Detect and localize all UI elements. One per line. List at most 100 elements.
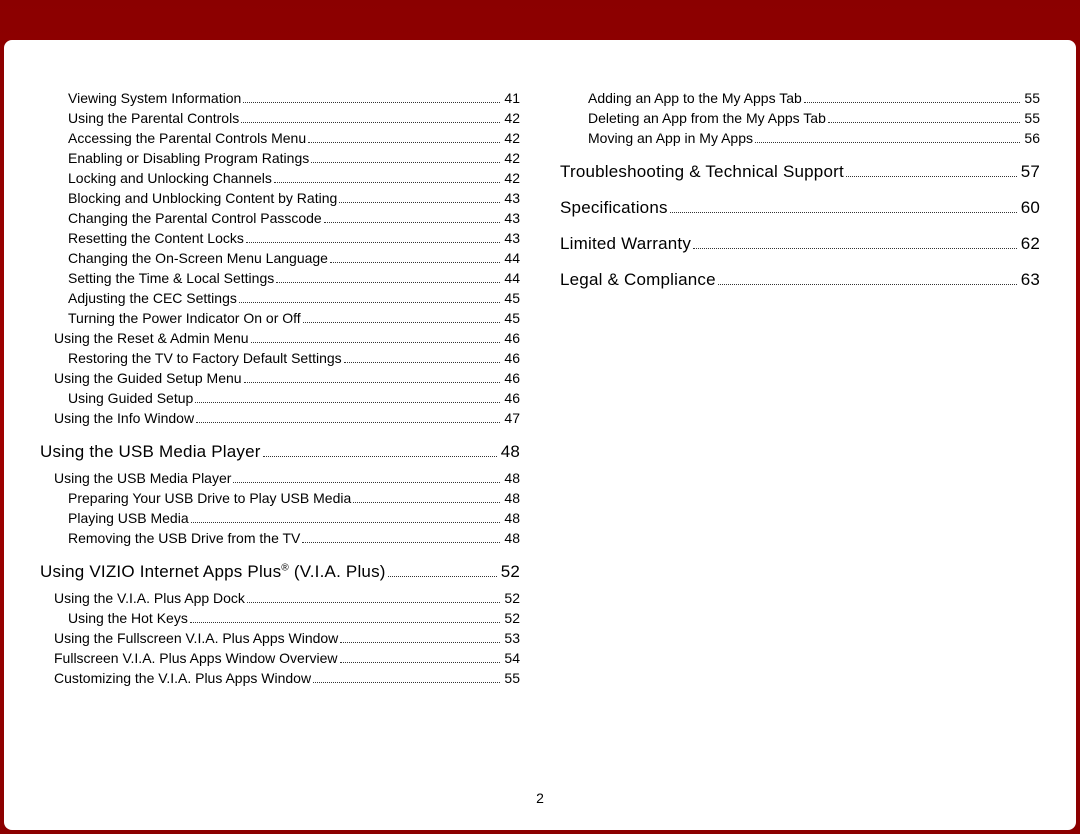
toc-entry: Using the V.I.A. Plus App Dock 52 <box>40 590 520 606</box>
toc-page-number: 63 <box>1021 270 1040 290</box>
toc-title: Using the USB Media Player <box>54 470 231 486</box>
toc-title: Limited Warranty <box>560 234 691 254</box>
toc-leader-dots <box>274 182 501 183</box>
toc-entry: Changing the Parental Control Passcode43 <box>40 210 520 226</box>
toc-leader-dots <box>196 422 500 423</box>
toc-title: Turning the Power Indicator On or Off <box>68 310 301 326</box>
toc-title: Viewing System Information <box>68 90 241 106</box>
toc-page-number: 56 <box>1024 130 1040 146</box>
toc-leader-dots <box>755 142 1020 143</box>
toc-leader-dots <box>339 202 500 203</box>
toc-title: Playing USB Media <box>68 510 189 526</box>
toc-page-number: 48 <box>504 530 520 546</box>
toc-leader-dots <box>190 622 501 623</box>
toc-page-number: 52 <box>504 590 520 606</box>
toc-title: Using VIZIO Internet Apps Plus® (V.I.A. … <box>40 562 386 582</box>
toc-title: Using the Hot Keys <box>68 610 188 626</box>
toc-entry: Enabling or Disabling Program Ratings42 <box>40 150 520 166</box>
toc-entry: Moving an App in My Apps56 <box>560 130 1040 146</box>
toc-leader-dots <box>241 122 500 123</box>
toc-page-number: 52 <box>504 610 520 626</box>
toc-entry: Viewing System Information 41 <box>40 90 520 106</box>
toc-title: Using the Guided Setup Menu <box>54 370 242 386</box>
toc-section: Troubleshooting & Technical Support 57 <box>560 162 1040 182</box>
toc-page-number: 60 <box>1021 198 1040 218</box>
toc-entry: Preparing Your USB Drive to Play USB Med… <box>40 490 520 506</box>
toc-entry: Using the Reset & Admin Menu46 <box>40 330 520 346</box>
toc-leader-dots <box>244 382 501 383</box>
toc-page-number: 42 <box>504 110 520 126</box>
toc-page-number: 42 <box>504 130 520 146</box>
toc-entry: Deleting an App from the My Apps Tab 55 <box>560 110 1040 126</box>
toc-page-number: 45 <box>504 290 520 306</box>
toc-page-number: 53 <box>504 630 520 646</box>
toc-column-left: Viewing System Information 41 Using the Pa… <box>40 90 520 780</box>
toc-leader-dots <box>303 322 501 323</box>
toc-entry: Fullscreen V.I.A. Plus Apps Window Overv… <box>40 650 520 666</box>
toc-title: Using the V.I.A. Plus App Dock <box>54 590 245 606</box>
toc-title: Blocking and Unblocking Content by Ratin… <box>68 190 337 206</box>
toc-leader-dots <box>828 122 1021 123</box>
document-page: Viewing System Information 41 Using the Pa… <box>4 40 1076 830</box>
toc-title: Setting the Time & Local Settings <box>68 270 274 286</box>
toc-leader-dots <box>239 302 501 303</box>
toc-entry: Removing the USB Drive from the TV 48 <box>40 530 520 546</box>
toc-entry: Using the Parental Controls42 <box>40 110 520 126</box>
toc-entry: Setting the Time & Local Settings 44 <box>40 270 520 286</box>
toc-page-number: 55 <box>1024 110 1040 126</box>
toc-section: Limited Warranty62 <box>560 234 1040 254</box>
toc-page-number: 57 <box>1021 162 1040 182</box>
toc-leader-dots <box>251 342 501 343</box>
toc-leader-dots <box>340 642 500 643</box>
toc-entry: Restoring the TV to Factory Default Sett… <box>40 350 520 366</box>
toc-leader-dots <box>718 284 1017 285</box>
toc-title: Locking and Unlocking Channels <box>68 170 272 186</box>
toc-leader-dots <box>693 248 1017 249</box>
toc-title: Adjusting the CEC Settings <box>68 290 237 306</box>
toc-title: Preparing Your USB Drive to Play USB Med… <box>68 490 351 506</box>
toc-page-number: 45 <box>504 310 520 326</box>
toc-column-right: Adding an App to the My Apps Tab55Deleti… <box>560 90 1040 780</box>
toc-page-number: 42 <box>504 150 520 166</box>
toc-title: Troubleshooting & Technical Support <box>560 162 844 182</box>
toc-page-number: 48 <box>504 510 520 526</box>
toc-entry: Accessing the Parental Controls Menu42 <box>40 130 520 146</box>
page-number: 2 <box>40 780 1040 806</box>
toc-entry: Changing the On-Screen Menu Language 44 <box>40 250 520 266</box>
toc-entry: Playing USB Media 48 <box>40 510 520 526</box>
toc-entry: Resetting the Content Locks43 <box>40 230 520 246</box>
toc-leader-dots <box>302 542 500 543</box>
toc-leader-dots <box>340 662 501 663</box>
toc-title: Using the Reset & Admin Menu <box>54 330 249 346</box>
toc-columns: Viewing System Information 41 Using the Pa… <box>40 90 1040 780</box>
toc-page-number: 44 <box>504 270 520 286</box>
toc-page-number: 48 <box>504 490 520 506</box>
toc-page-number: 44 <box>504 250 520 266</box>
toc-section: Specifications 60 <box>560 198 1040 218</box>
toc-page-number: 55 <box>504 670 520 686</box>
toc-title: Customizing the V.I.A. Plus Apps Window <box>54 670 311 686</box>
toc-leader-dots <box>263 456 497 457</box>
toc-leader-dots <box>670 212 1017 213</box>
toc-title: Changing the On-Screen Menu Language <box>68 250 328 266</box>
toc-title: Using the Fullscreen V.I.A. Plus Apps Wi… <box>54 630 338 646</box>
toc-entry: Customizing the V.I.A. Plus Apps Window 5… <box>40 670 520 686</box>
toc-page-number: 46 <box>504 350 520 366</box>
toc-section: Using the USB Media Player48 <box>40 442 520 462</box>
toc-title: Using the USB Media Player <box>40 442 261 462</box>
toc-page-number: 43 <box>504 190 520 206</box>
toc-leader-dots <box>330 262 500 263</box>
toc-title: Fullscreen V.I.A. Plus Apps Window Overv… <box>54 650 338 666</box>
toc-entry: Using the Guided Setup Menu46 <box>40 370 520 386</box>
toc-leader-dots <box>308 142 500 143</box>
toc-title: Using Guided Setup <box>68 390 193 406</box>
toc-title: Removing the USB Drive from the TV <box>68 530 300 546</box>
toc-page-number: 41 <box>504 90 520 106</box>
toc-entry: Using Guided Setup46 <box>40 390 520 406</box>
toc-leader-dots <box>246 242 501 243</box>
toc-page-number: 52 <box>501 562 520 582</box>
toc-section: Legal & Compliance63 <box>560 270 1040 290</box>
toc-title: Specifications <box>560 198 668 218</box>
toc-leader-dots <box>846 176 1017 177</box>
toc-title: Deleting an App from the My Apps Tab <box>588 110 826 126</box>
